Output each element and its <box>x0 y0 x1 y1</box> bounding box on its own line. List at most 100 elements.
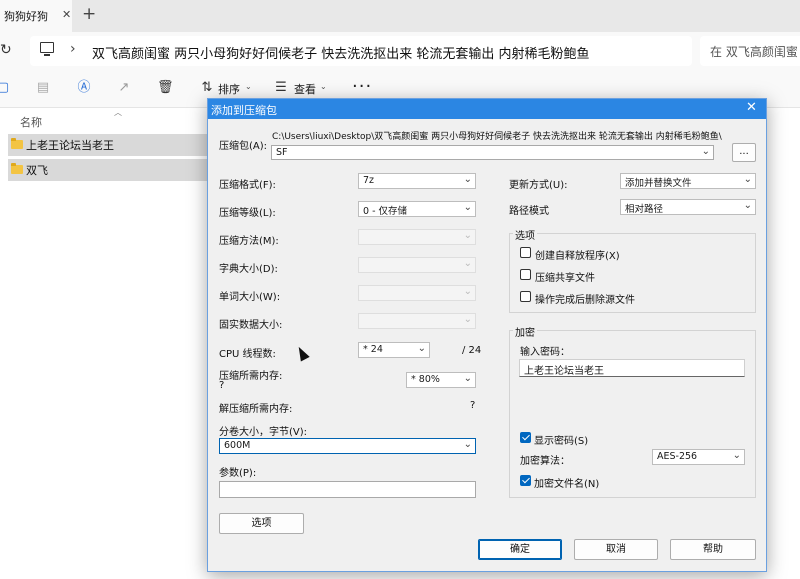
copy-icon[interactable]: ▢ <box>0 81 10 95</box>
split-label: 分卷大小，字节(V): <box>219 427 308 438</box>
close-icon[interactable]: ✕ <box>746 100 757 115</box>
chevron-down-icon: ⌄ <box>417 343 426 354</box>
folder-icon <box>11 163 23 174</box>
share-icon[interactable]: ↗ <box>117 81 131 95</box>
address-bar[interactable]: › 双飞高颜闺蜜 两只小母狗好好伺候老子 快去洗洗抠出来 轮流无套输出 内射稀毛… <box>30 36 692 66</box>
this-pc-icon <box>40 42 54 56</box>
decomp-label: 解压缩所需内存: <box>219 404 293 415</box>
decomp-value: ? <box>470 400 476 411</box>
path-mode-value: 相对路径 <box>625 204 664 215</box>
word-label: 单词大小(W): <box>219 292 281 303</box>
shared-label[interactable]: 压缩共享文件 <box>535 269 595 284</box>
sort-icon[interactable]: ⇅ <box>200 81 214 95</box>
dialog-titlebar[interactable]: 添加到压缩包 ✕ <box>208 99 766 119</box>
ok-button[interactable]: 确定 <box>478 539 562 560</box>
word-select[interactable]: ⌄ <box>358 285 476 301</box>
chevron-right-icon[interactable]: › <box>550 41 556 57</box>
level-value: 0 - 仅存储 <box>363 206 408 217</box>
cpu-total: / 24 <box>462 345 482 356</box>
more-options-icon[interactable]: ··· <box>352 76 372 97</box>
cpu-select[interactable]: * 24 ⌄ <box>358 342 430 358</box>
update-select[interactable]: 添加并替换文件 ⌄ <box>620 173 756 189</box>
archive-name: SF <box>276 147 288 158</box>
cpu-value: * 24 <box>363 344 383 355</box>
solid-label: 固实数据大小: <box>219 320 283 331</box>
level-label: 压缩等级(L): <box>219 208 276 219</box>
tab-close-icon[interactable]: ✕ <box>62 8 71 21</box>
delete-source-label[interactable]: 操作完成后删除源文件 <box>535 291 635 306</box>
enc-method-select[interactable]: AES-256 ⌄ <box>652 449 745 465</box>
method-select[interactable]: ⌄ <box>358 229 476 245</box>
delete-source-checkbox[interactable] <box>520 291 531 302</box>
cancel-button[interactable]: 取消 <box>574 539 658 560</box>
format-value: 7z <box>363 175 375 186</box>
chevron-down-icon: ⌄ <box>463 202 472 213</box>
update-value: 添加并替换文件 <box>625 178 692 189</box>
chevron-down-icon: ⌄ <box>320 82 327 91</box>
mem-value: ? <box>219 380 225 391</box>
options-button[interactable]: 选项 <box>219 513 304 534</box>
sfx-checkbox[interactable] <box>520 247 531 258</box>
enc-method-label: 加密算法： <box>520 456 570 467</box>
chevron-right-icon: › <box>70 41 76 57</box>
format-select[interactable]: 7z ⌄ <box>358 173 476 189</box>
dialog-title: 添加到压缩包 <box>211 104 277 117</box>
file-name: 双飞 <box>26 164 48 177</box>
delete-icon[interactable]: 🗑 <box>157 81 174 95</box>
column-header-name[interactable]: 名称 <box>20 114 42 130</box>
chevron-down-icon: ⌄ <box>463 258 472 269</box>
paste-icon[interactable]: ▤ <box>36 81 50 95</box>
path-mode-select[interactable]: 相对路径 ⌄ <box>620 199 756 215</box>
add-to-archive-dialog: 添加到压缩包 ✕ 压缩包(A): C:\Users\liuxi\Desktop\… <box>207 98 767 572</box>
address-bar-row: ↻ › 双飞高颜闺蜜 两只小母狗好好伺候老子 快去洗洗抠出来 轮流无套输出 内射… <box>0 32 800 70</box>
chevron-down-icon: ⌄ <box>463 230 472 241</box>
shared-checkbox[interactable] <box>520 269 531 280</box>
encrypt-names-checkbox[interactable] <box>520 475 531 486</box>
breadcrumb[interactable]: 双飞高颜闺蜜 两只小母狗好好伺候老子 快去洗洗抠出来 轮流无套输出 内射稀毛粉鲍… <box>92 43 590 62</box>
dict-select[interactable]: ⌄ <box>358 257 476 273</box>
view-icon[interactable]: ☰ <box>274 81 288 95</box>
list-item[interactable]: 上老王论坛当老王 <box>8 134 208 156</box>
new-tab-icon[interactable]: + <box>82 4 96 24</box>
update-label: 更新方式(U): <box>509 180 568 191</box>
enc-method-value: AES-256 <box>657 451 698 462</box>
options-group-title: 选项 <box>513 227 537 242</box>
mem-select[interactable]: * 80% ⌄ <box>406 372 476 388</box>
cpu-label: CPU 线程数: <box>219 349 276 360</box>
refresh-icon[interactable]: ↻ <box>0 42 12 58</box>
params-input[interactable] <box>219 481 476 498</box>
mem-label: 压缩所需内存: <box>219 371 283 382</box>
level-select[interactable]: 0 - 仅存储 ⌄ <box>358 201 476 217</box>
chevron-down-icon: ⌄ <box>463 174 472 185</box>
archive-name-input[interactable]: SF ⌄ <box>271 145 714 160</box>
show-password-checkbox[interactable] <box>520 432 531 443</box>
sort-up-icon: ︿ <box>114 108 122 117</box>
solid-select[interactable]: ⌄ <box>358 313 476 329</box>
archive-path: C:\Users\liuxi\Desktop\双飞高颜闺蜜 两只小母狗好好伺候老… <box>272 132 722 142</box>
rename-icon[interactable]: Ⓐ <box>77 81 91 95</box>
folder-icon <box>11 138 23 149</box>
params-label: 参数(P): <box>219 468 257 479</box>
show-password-label[interactable]: 显示密码(S) <box>534 432 588 447</box>
help-button[interactable]: 帮助 <box>670 539 756 560</box>
mem-pct-value: * 80% <box>411 374 440 385</box>
encryption-group-title: 加密 <box>513 324 537 339</box>
search-input[interactable]: 在 双飞高颜闺蜜 <box>700 36 800 66</box>
encrypt-names-label[interactable]: 加密文件名(N) <box>534 475 599 490</box>
split-select[interactable]: 600M ⌄ <box>219 438 476 454</box>
tab-strip: 狗狗好狗 ✕ + <box>0 0 800 32</box>
password-input[interactable]: 上老王论坛当老王 <box>519 359 745 377</box>
split-value: 600M <box>224 440 251 451</box>
archive-label: 压缩包(A): <box>219 141 268 152</box>
chevron-down-icon[interactable]: ⌄ <box>702 146 710 157</box>
chevron-down-icon: ⌄ <box>463 314 472 325</box>
file-name: 上老王论坛当老王 <box>26 139 114 152</box>
sfx-label[interactable]: 创建自释放程序(X) <box>535 247 620 262</box>
chevron-down-icon: ⌄ <box>245 82 252 91</box>
sort-button[interactable]: 排序 <box>218 81 240 97</box>
view-button[interactable]: 查看 <box>294 81 316 97</box>
browse-button[interactable]: ... <box>732 143 756 162</box>
dict-label: 字典大小(D): <box>219 264 278 275</box>
chevron-down-icon: ⌄ <box>732 450 741 461</box>
list-item[interactable]: 双飞 <box>8 159 208 181</box>
